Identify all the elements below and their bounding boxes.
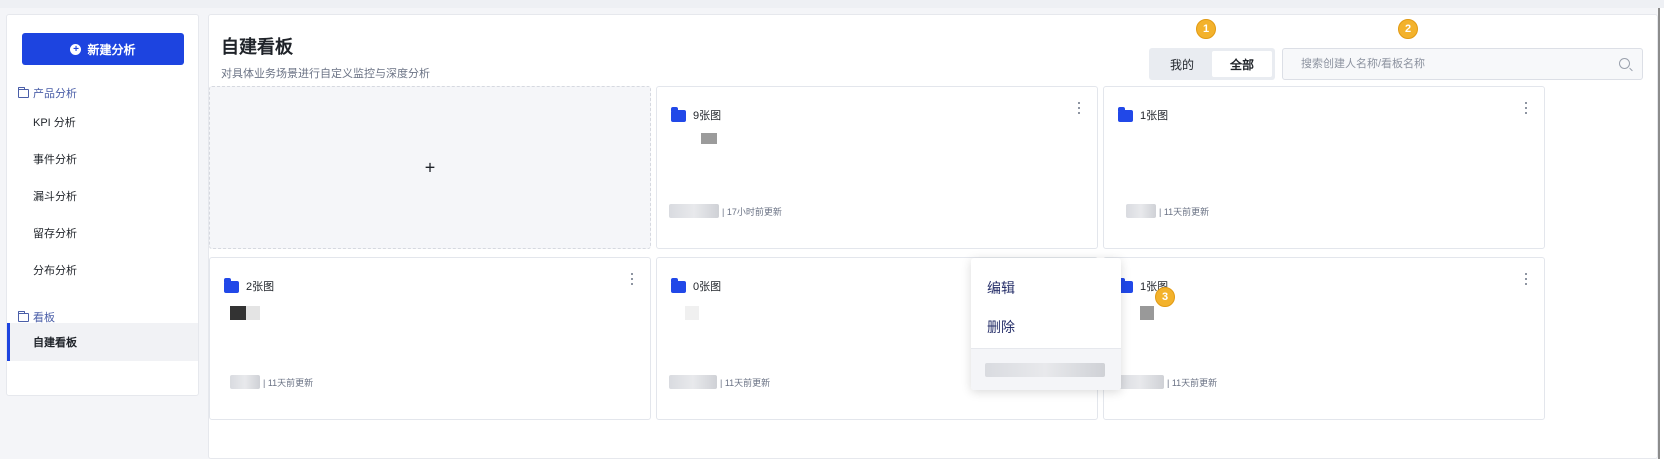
sidebar-item-label: 自建看板 [33,337,77,349]
new-analysis-button[interactable]: + 新建分析 [22,33,184,65]
plus-circle-icon: + [70,43,82,55]
board-card[interactable]: 1张图 | 11天前更新 [1103,86,1545,249]
more-vertical-icon[interactable] [1522,101,1530,115]
more-vertical-icon[interactable] [1522,272,1530,286]
board-card[interactable]: 9张图 | 17小时前更新 [656,86,1098,249]
updated-time: | 11天前更新 [263,377,314,388]
folder-icon [671,278,686,293]
sidebar-item-label: 分布分析 [33,265,77,277]
folder-icon [224,278,239,293]
folder-icon [671,107,686,122]
sidebar-item-label: 漏斗分析 [33,191,77,203]
new-analysis-label: 新建分析 [87,42,136,57]
sidebar-item-label: 留存分析 [33,228,77,240]
board-card[interactable]: 1张图 | 11天前更新 [1103,257,1545,420]
chart-count: 0张图 [693,281,722,293]
add-board-card[interactable]: + [209,86,651,249]
board-thumbnail [1140,306,1154,320]
scope-option-mine[interactable]: 我的 [1152,51,1212,77]
sidebar-item-kpi[interactable]: KPI 分析 [7,103,198,141]
page-subtitle: 对具体业务场景进行自定义监控与深度分析 [221,68,430,80]
card-meta: | 11天前更新 [1116,375,1217,389]
menu-footer-info [985,363,1105,377]
board-thumbnail [701,133,717,144]
folder-outline-icon [18,86,29,98]
chart-count: 2张图 [246,281,275,293]
card-meta: | 11天前更新 [230,375,313,389]
card-meta: | 11天前更新 [669,375,770,389]
updated-time: | 17小时前更新 [722,206,782,217]
sidebar-item-distribution[interactable]: 分布分析 [7,251,198,289]
card-header: 9张图 [671,107,721,123]
card-context-menu: 编辑 删除 [971,258,1121,390]
creator-avatar [669,204,719,218]
menu-item-edit[interactable]: 编辑 [987,278,1015,298]
updated-time: | 11天前更新 [720,377,771,388]
top-bar [0,0,1664,8]
updated-time: | 11天前更新 [1167,377,1218,388]
card-meta: | 11天前更新 [1126,204,1209,218]
callout-badge: 3 [1155,287,1175,307]
scope-toggle: 我的 全部 [1149,48,1275,80]
sidebar-item-funnel[interactable]: 漏斗分析 [7,177,198,215]
sidebar-item-retention[interactable]: 留存分析 [7,214,198,252]
creator-avatar [230,375,260,389]
more-vertical-icon[interactable] [1075,101,1083,115]
page-title: 自建看板 [221,37,293,57]
card-header: 0张图 [671,278,721,294]
menu-item-delete[interactable]: 删除 [987,317,1015,337]
creator-avatar [1126,204,1156,218]
sidebar-item-event[interactable]: 事件分析 [7,140,198,178]
sidebar: + 新建分析 产品分析 KPI 分析 事件分析 漏斗分析 留存分析 分布分析 看… [6,14,199,396]
group-product-analysis: 产品分析 [18,85,77,101]
folder-icon [1118,107,1133,122]
menu-footer [971,349,1121,390]
creator-avatar [1116,375,1164,389]
board-thumbnail [685,306,699,320]
group-product-label: 产品分析 [33,88,77,100]
board-thumbnail [246,306,260,320]
updated-time: | 11天前更新 [1159,206,1210,217]
more-vertical-icon[interactable] [628,272,636,286]
chart-count: 9张图 [693,110,722,122]
window-scrollbar[interactable] [1658,8,1664,459]
sidebar-item-custom-board[interactable]: 自建看板 [7,323,198,361]
plus-icon: + [424,157,436,177]
sidebar-item-label: KPI 分析 [33,117,76,129]
callout-badge: 2 [1398,19,1418,39]
creator-avatar [669,375,717,389]
board-card[interactable]: 2张图 | 11天前更新 [209,257,651,420]
card-header: 2张图 [224,278,274,294]
board-thumbnail [230,306,246,320]
search-input[interactable] [1283,49,1603,79]
scope-option-all[interactable]: 全部 [1212,51,1272,77]
search-icon[interactable] [1619,58,1630,69]
main-panel: 自建看板 对具体业务场景进行自定义监控与深度分析 我的 全部 + 9张图 | 1… [208,14,1658,459]
folder-outline-icon [18,310,29,322]
card-header: 1张图 [1118,107,1168,123]
search-box [1282,48,1643,80]
callout-badge: 1 [1196,19,1216,39]
chart-count: 1张图 [1140,110,1169,122]
card-meta: | 17小时前更新 [669,204,782,218]
sidebar-item-label: 事件分析 [33,154,77,166]
